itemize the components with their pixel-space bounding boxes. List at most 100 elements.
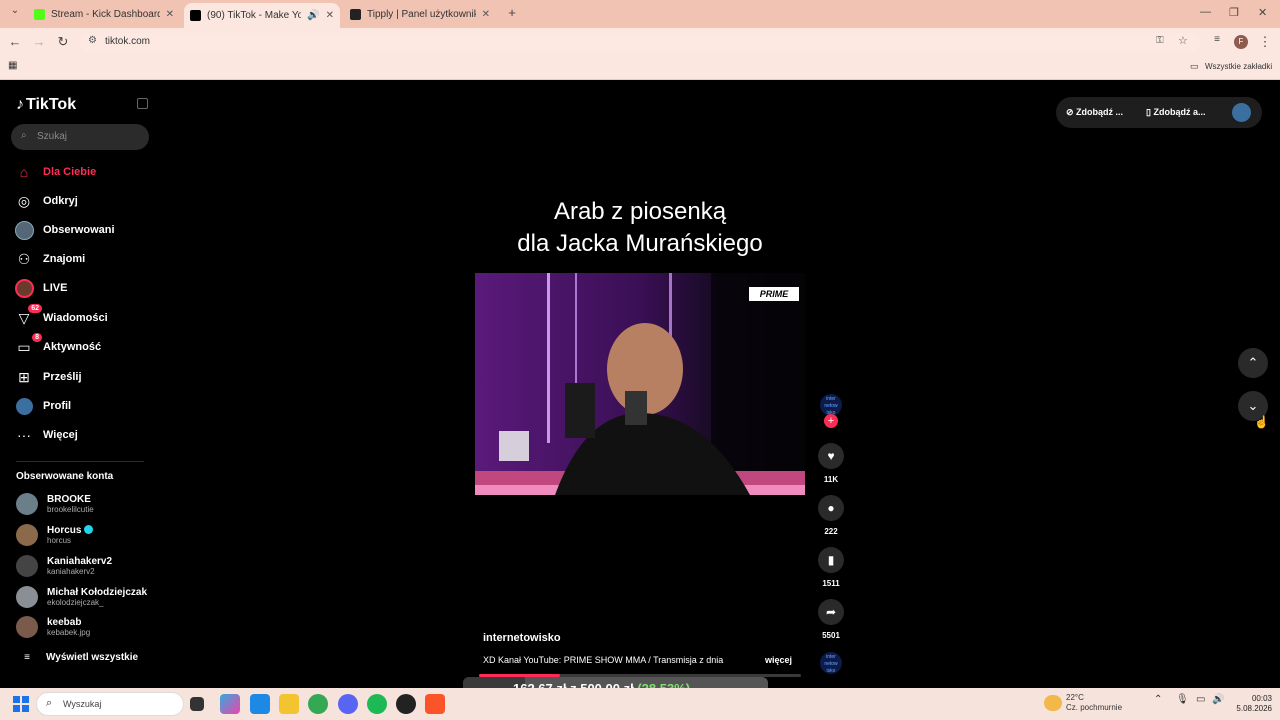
collapse-sidebar-icon[interactable] bbox=[137, 98, 148, 109]
upload-icon: ⊞ bbox=[18, 368, 30, 385]
search-placeholder: Szukaj bbox=[37, 131, 68, 142]
clock-time: 00:03 bbox=[1251, 694, 1272, 703]
sidebar-item-more[interactable]: ··· Więcej bbox=[14, 424, 78, 446]
sidebar-item-label: Wiadomości bbox=[43, 312, 108, 324]
creator-avatar[interactable]: inter netow isko bbox=[820, 394, 842, 416]
avatar bbox=[16, 524, 38, 546]
tab-tipply[interactable]: Tipply | Panel użytkownika ✕ bbox=[344, 3, 496, 25]
star-icon[interactable]: ☆ bbox=[1178, 34, 1188, 47]
volume-icon[interactable]: 🔊 bbox=[1212, 694, 1224, 705]
spotify-icon[interactable] bbox=[367, 694, 387, 714]
sidebar-item-live[interactable]: LIVE bbox=[14, 277, 67, 299]
brave-icon[interactable] bbox=[425, 694, 445, 714]
account-item[interactable]: BROOKE brookelilcutie bbox=[16, 493, 94, 515]
back-button[interactable]: ← bbox=[6, 34, 24, 49]
store-icon[interactable] bbox=[250, 694, 270, 714]
sidebar: ♪ TikTok ⌕ Szukaj ⌂ Dla Ciebie ◎ Odkryj … bbox=[0, 80, 160, 688]
account-item[interactable]: Horcus horcus bbox=[16, 524, 94, 546]
account-handle: ekolodziejczak_ bbox=[47, 597, 104, 607]
new-tab-button[interactable]: + bbox=[503, 5, 521, 20]
sidebar-item-friends[interactable]: ⚇ Znajomi bbox=[14, 248, 85, 270]
like-button[interactable]: ♥ 11K bbox=[818, 443, 844, 484]
kick-icon bbox=[34, 8, 45, 20]
clock[interactable]: 00:03 5.08.2026 bbox=[1228, 694, 1272, 714]
get-coins-button[interactable]: ⊘ Zdobądź ... bbox=[1066, 107, 1123, 118]
music-disc-avatar[interactable]: inter netow isko bbox=[820, 652, 842, 674]
task-view-icon[interactable] bbox=[190, 697, 204, 711]
heart-icon: ♥ bbox=[818, 443, 844, 469]
account-item[interactable]: Michał Kołodziejczak ekolodziejczak_ bbox=[16, 586, 147, 608]
sidebar-item-label: LIVE bbox=[43, 282, 68, 294]
sidebar-item-for-you[interactable]: ⌂ Dla Ciebie bbox=[14, 161, 96, 183]
folder-icon: ▭ bbox=[1190, 61, 1199, 71]
tab-kick[interactable]: Stream - Kick Dashboard ✕ bbox=[28, 3, 180, 25]
account-name: BROOKE bbox=[47, 493, 91, 505]
sidebar-item-upload[interactable]: ⊞ Prześlij bbox=[14, 366, 81, 388]
taskbar: ⌕ Wyszukaj 22°C Cz. pochmurnie ⌃ 🎙 ▭ 🔊 0… bbox=[0, 688, 1280, 720]
sidebar-item-following[interactable]: Obserwowani bbox=[14, 219, 115, 241]
close-icon[interactable]: ✕ bbox=[326, 10, 334, 21]
close-icon[interactable]: ✕ bbox=[166, 9, 174, 20]
site-info-icon[interactable]: ⚙ bbox=[88, 35, 97, 46]
obs-icon[interactable] bbox=[396, 694, 416, 714]
video-author[interactable]: internetowisko bbox=[483, 632, 561, 644]
get-app-button[interactable]: ▯ Zdobądź a... bbox=[1146, 107, 1205, 118]
tab-search-icon[interactable]: ⌄ bbox=[6, 5, 24, 16]
account-handle: horcus bbox=[47, 535, 72, 545]
chevron-up-icon[interactable]: ⌃ bbox=[1154, 694, 1162, 705]
more-button[interactable]: więcej bbox=[765, 655, 792, 665]
sidebar-item-label: Odkryj bbox=[43, 195, 78, 207]
sidebar-item-profile[interactable]: Profil bbox=[14, 395, 71, 417]
avatar bbox=[16, 555, 38, 577]
windows-start-icon[interactable] bbox=[13, 696, 29, 712]
address-bar[interactable]: ⚙ tiktok.com ⚿ ☆ bbox=[80, 33, 1200, 51]
screen: ⌄ Stream - Kick Dashboard ✕ (90) TikTok … bbox=[0, 0, 1280, 720]
tiktok-logo[interactable]: ♪ TikTok bbox=[16, 96, 76, 114]
account-item[interactable]: Kaniahakerv2 kaniahakerv2 bbox=[16, 555, 112, 577]
sidebar-item-label: Znajomi bbox=[43, 253, 86, 265]
reload-button[interactable]: ↻ bbox=[54, 34, 72, 50]
taskbar-search-input[interactable]: ⌕ Wyszukaj bbox=[36, 692, 184, 716]
comment-button[interactable]: ● 222 bbox=[818, 495, 844, 536]
account-item[interactable]: keebab kebabek.jpg bbox=[16, 616, 90, 638]
close-window-button[interactable]: ✕ bbox=[1258, 6, 1267, 19]
activity-badge: 8 bbox=[32, 333, 42, 342]
speaker-icon[interactable]: 🔊 bbox=[307, 10, 319, 21]
save-button[interactable]: ▮ 1511 bbox=[818, 547, 844, 588]
video-player[interactable]: PRIME bbox=[475, 273, 805, 495]
profile-avatar[interactable]: F bbox=[1234, 35, 1248, 49]
get-coins-label: Zdobądź ... bbox=[1076, 107, 1124, 117]
maximize-button[interactable]: ❐ bbox=[1229, 6, 1239, 19]
messages-badge: 62 bbox=[28, 304, 42, 313]
previous-video-button[interactable]: ⌃ bbox=[1238, 348, 1268, 378]
chrome-icon[interactable] bbox=[308, 694, 328, 714]
password-key-icon[interactable]: ⚿ bbox=[1156, 35, 1164, 46]
copilot-icon[interactable] bbox=[220, 694, 240, 714]
microphone-icon[interactable]: 🎙 bbox=[1176, 694, 1189, 705]
menu-icon[interactable]: ⋮ bbox=[1256, 34, 1274, 50]
discord-icon[interactable] bbox=[338, 694, 358, 714]
file-explorer-icon[interactable] bbox=[279, 694, 299, 714]
tab-tiktok[interactable]: (90) TikTok - Make Your Day 🔊 ✕ bbox=[184, 3, 340, 28]
apps-icon[interactable]: ▦ bbox=[8, 60, 17, 71]
forward-button[interactable]: → bbox=[30, 34, 48, 49]
show-all-link[interactable]: ≡ Wyświetl wszystkie bbox=[16, 652, 138, 663]
display-icon[interactable]: ▭ bbox=[1196, 694, 1205, 705]
follow-button[interactable]: + bbox=[824, 414, 838, 428]
compass-icon: ◎ bbox=[17, 192, 31, 209]
profile-icon bbox=[14, 396, 34, 416]
close-icon[interactable]: ✕ bbox=[482, 9, 490, 20]
account-handle: kaniahakerv2 bbox=[47, 566, 95, 576]
sidebar-item-activity[interactable]: ▭ 8 Aktywność bbox=[14, 333, 101, 358]
weather-widget[interactable]: 22°C Cz. pochmurnie bbox=[1066, 693, 1122, 713]
media-control-icon[interactable]: ≡ bbox=[1208, 34, 1226, 45]
sidebar-item-explore[interactable]: ◎ Odkryj bbox=[14, 190, 78, 212]
minimize-button[interactable]: — bbox=[1200, 6, 1211, 18]
user-avatar[interactable] bbox=[1232, 103, 1251, 122]
all-bookmarks-label[interactable]: Wszystkie zakładki bbox=[1205, 62, 1272, 71]
video-title-line: Arab z piosenką bbox=[553, 198, 727, 225]
sidebar-item-messages[interactable]: ▽ 62 Wiadomości bbox=[14, 304, 108, 329]
tab-title: (90) TikTok - Make Your Day bbox=[207, 10, 302, 21]
search-input[interactable]: ⌕ Szukaj bbox=[11, 124, 149, 150]
share-button[interactable]: ➦ 5501 bbox=[818, 599, 844, 640]
